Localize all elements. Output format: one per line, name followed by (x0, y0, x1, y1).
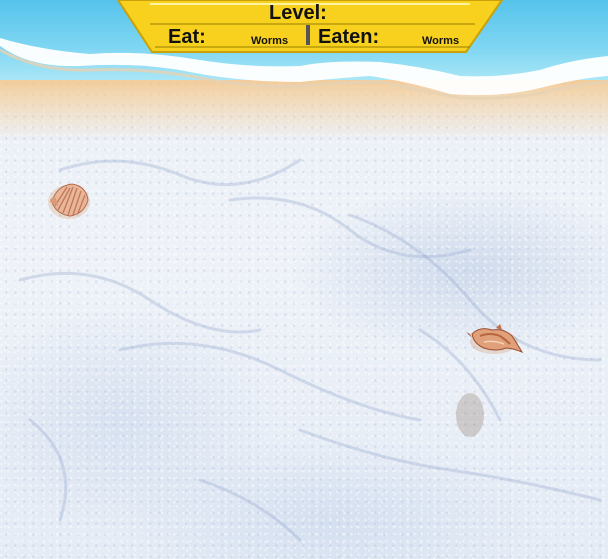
eat-label: Eat: (168, 26, 206, 48)
scallop-shell[interactable] (46, 180, 92, 220)
game-board[interactable]: Level: Eat: Worms Eaten: Worms (0, 0, 608, 559)
level-label: Level: (269, 2, 327, 24)
eaten-label: Eaten: (318, 26, 380, 48)
hud-divider (306, 25, 310, 45)
conch-shell[interactable] (466, 322, 526, 360)
eat-unit-label: Worms (251, 35, 289, 47)
eaten-unit-label: Worms (422, 35, 460, 47)
